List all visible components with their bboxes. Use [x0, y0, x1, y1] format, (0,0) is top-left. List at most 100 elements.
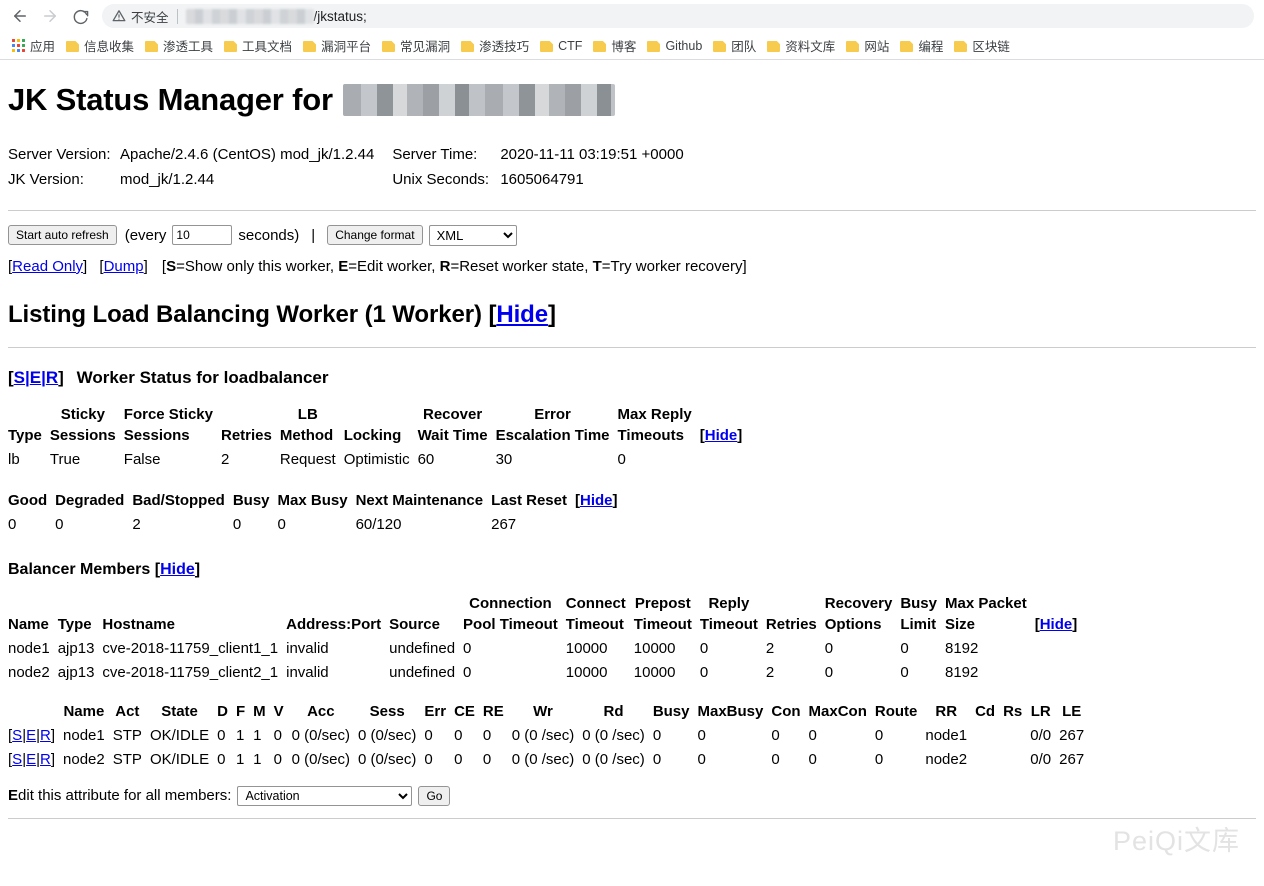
stats-cell: 0 — [809, 722, 875, 746]
members-cell: 0 — [825, 659, 901, 683]
hide-link[interactable]: Hide — [705, 427, 738, 444]
stats-cell: 0 — [698, 746, 772, 770]
bookmark-item-14[interactable]: 区块链 — [950, 33, 1017, 58]
stats-th: Sess — [358, 701, 424, 722]
stats-cell: 0 — [809, 746, 875, 770]
hide-cell: [Hide] — [700, 425, 751, 446]
stats-th: LE — [1059, 701, 1092, 722]
listing-hide-link[interactable]: Hide — [496, 301, 548, 328]
stats-cell: 0 — [698, 722, 772, 746]
members-th-top — [1035, 593, 1086, 614]
server-version-value: Apache/2.4.6 (CentOS) mod_jk/1.2.44 — [120, 142, 374, 167]
worker-status-th: Method — [280, 425, 344, 446]
stats-show-link[interactable]: S — [12, 751, 22, 768]
refresh-interval-input[interactable] — [172, 225, 232, 245]
folder-icon — [593, 40, 606, 52]
folder-icon — [224, 40, 237, 52]
stats-th: Name — [63, 701, 113, 722]
members-th-top: Max Packet — [945, 593, 1035, 614]
bookmark-item-11[interactable]: 资料文库 — [763, 33, 842, 58]
format-select[interactable]: XMLHTMLTextPropertiesProp — [429, 225, 517, 246]
worker-status-title: Worker Status for loadbalancer — [77, 368, 329, 387]
stats-th: Cd — [975, 701, 1003, 722]
stats-cell — [975, 722, 1003, 746]
divider-listing — [8, 347, 1256, 348]
bookmarks-bar: 应用信息收集渗透工具工具文档漏洞平台常见漏洞渗透技巧CTF博客Github团队资… — [0, 32, 1264, 60]
stats-cell: 0 — [483, 746, 512, 770]
worker-show-link[interactable]: S — [14, 368, 25, 387]
stats-cell: 0 — [217, 722, 236, 746]
stats-edit-link[interactable]: E — [26, 727, 36, 744]
back-button[interactable] — [6, 2, 34, 30]
stats-reset-link[interactable]: R — [40, 727, 51, 744]
bookmark-item-3[interactable]: 工具文档 — [220, 33, 299, 58]
members-cell: 0 — [700, 659, 766, 683]
balancer-members-hide-link[interactable]: Hide — [160, 561, 195, 578]
stats-cell: 0 — [653, 746, 698, 770]
worker-status-th-top: Force Sticky — [124, 404, 221, 425]
address-bar[interactable]: 不安全 /jkstatus; — [102, 4, 1254, 28]
worker-edit-link[interactable]: E — [30, 368, 41, 387]
stats-th: Acc — [292, 701, 358, 722]
members-th-top — [58, 593, 103, 614]
bookmark-item-0[interactable]: 应用 — [8, 33, 62, 58]
bookmark-item-9[interactable]: Github — [643, 36, 709, 56]
hide-link[interactable]: Hide — [1040, 616, 1073, 633]
members-cell: invalid — [286, 659, 389, 683]
worker-status-cell — [700, 446, 751, 470]
bookmark-item-8[interactable]: 博客 — [589, 33, 643, 58]
bookmark-item-2[interactable]: 渗透工具 — [141, 33, 220, 58]
bookmark-item-13[interactable]: 编程 — [896, 33, 950, 58]
worker-status-th: Escalation Time — [496, 425, 618, 446]
members-cell: 0 — [825, 635, 901, 659]
reload-button[interactable] — [66, 2, 94, 30]
browser-toolbar: 不安全 /jkstatus; — [0, 0, 1264, 32]
table-row: [S|E|R]node2STPOK/IDLE01100 (0/sec)0 (0/… — [8, 746, 1100, 770]
jk-version-value: mod_jk/1.2.44 — [120, 167, 374, 192]
members-cell: 0 — [900, 659, 945, 683]
stats-cell — [1003, 746, 1030, 770]
start-auto-refresh-button[interactable]: Start auto refresh — [8, 225, 117, 245]
stats-th: Act — [113, 701, 150, 722]
table-row: node2ajp13cve-2018-11759_client2_1invali… — [8, 659, 1085, 683]
bookmark-item-4[interactable]: 漏洞平台 — [299, 33, 378, 58]
stats-reset-link[interactable]: R — [40, 751, 51, 768]
folder-icon — [540, 40, 553, 52]
lb-counts-cell: 0 — [278, 511, 356, 535]
security-status-label: 不安全 — [131, 7, 169, 26]
members-th: Limit — [900, 614, 945, 635]
dump-link[interactable]: Dump — [104, 258, 144, 275]
members-cell: 8192 — [945, 635, 1035, 659]
stats-cell: 0 (0 /sec) — [582, 746, 653, 770]
stats-show-link[interactable]: S — [12, 727, 22, 744]
balancer-members-header-top: ConnectionConnectPrepostReplyRecoveryBus… — [8, 593, 1085, 614]
bookmark-item-12[interactable]: 网站 — [842, 33, 896, 58]
read-only-link[interactable]: Read Only — [12, 258, 83, 275]
spacer — [575, 511, 626, 535]
stats-cell: 267 — [1059, 722, 1092, 746]
bookmark-item-6[interactable]: 渗透技巧 — [457, 33, 536, 58]
change-format-button[interactable]: Change format — [327, 225, 422, 245]
folder-icon — [713, 40, 726, 52]
stats-th: MaxBusy — [698, 701, 772, 722]
stats-cell: node2 — [925, 746, 975, 770]
stats-th: Wr — [512, 701, 583, 722]
hide-link[interactable]: Hide — [580, 492, 613, 509]
members-th: Timeout — [634, 614, 700, 635]
bookmark-item-10[interactable]: 团队 — [709, 33, 763, 58]
stats-th: CE — [454, 701, 483, 722]
bookmark-item-7[interactable]: CTF — [536, 36, 589, 56]
stats-cell: node2 — [63, 746, 113, 770]
forward-button[interactable] — [36, 2, 64, 30]
stats-cell: 267 — [1059, 746, 1092, 770]
stats-edit-link[interactable]: E — [26, 751, 36, 768]
members-cell: node2 — [8, 659, 58, 683]
lb-counts-th: Good — [8, 490, 55, 511]
attribute-select[interactable]: ActivationLoad FactorRouteRedirect Route… — [237, 786, 412, 806]
worker-reset-link[interactable]: R — [46, 368, 58, 387]
go-button[interactable]: Go — [418, 786, 450, 806]
bookmark-item-1[interactable]: 信息收集 — [62, 33, 141, 58]
stats-cell: 1 — [236, 722, 253, 746]
bookmark-item-5[interactable]: 常见漏洞 — [378, 33, 457, 58]
worker-status-th: Type — [8, 425, 50, 446]
